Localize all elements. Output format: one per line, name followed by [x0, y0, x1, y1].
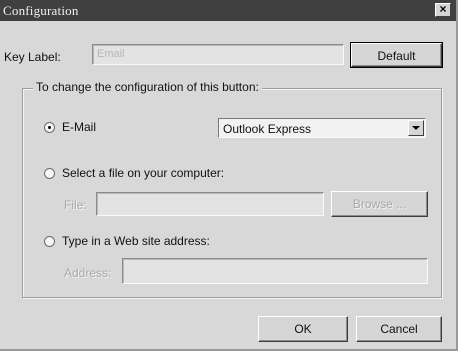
file-radio[interactable]	[44, 168, 55, 179]
chevron-down-icon[interactable]	[408, 120, 424, 136]
file-option-label[interactable]: Select a file on your computer:	[62, 166, 224, 180]
browse-button[interactable]: Browse ...	[331, 191, 428, 217]
web-address-option-label[interactable]: Type in a Web site address:	[62, 234, 210, 248]
group-legend: To change the configuration of this butt…	[33, 80, 262, 94]
key-label-label: Key Label:	[4, 50, 61, 64]
address-field-label: Address:	[64, 266, 112, 280]
email-client-value: Outlook Express	[223, 122, 312, 136]
cancel-button[interactable]: Cancel	[356, 316, 442, 342]
email-option-label[interactable]: E-Mail	[62, 120, 96, 134]
cancel-button-label: Cancel	[380, 322, 418, 336]
title-bar[interactable]: Configuration ×	[0, 0, 456, 21]
window-title: Configuration	[3, 3, 79, 18]
close-icon: ×	[439, 2, 447, 16]
configuration-dialog: Configuration × Key Label: Email Default…	[0, 0, 458, 351]
radio-selected-dot	[48, 126, 51, 129]
file-field-label: File:	[64, 198, 87, 212]
file-input[interactable]	[96, 192, 324, 216]
web-address-radio[interactable]	[44, 236, 55, 247]
address-input[interactable]	[122, 258, 428, 284]
email-radio[interactable]	[44, 122, 55, 133]
close-button[interactable]: ×	[435, 3, 451, 17]
email-client-select[interactable]: Outlook Express	[218, 118, 426, 138]
key-label-value: Email	[97, 48, 125, 60]
default-button-label: Default	[377, 49, 416, 63]
default-button[interactable]: Default	[350, 42, 443, 68]
browse-button-label: Browse ...	[352, 197, 407, 211]
key-label-field[interactable]: Email	[92, 44, 344, 65]
ok-button[interactable]: OK	[258, 316, 348, 342]
ok-button-label: OK	[294, 322, 312, 336]
